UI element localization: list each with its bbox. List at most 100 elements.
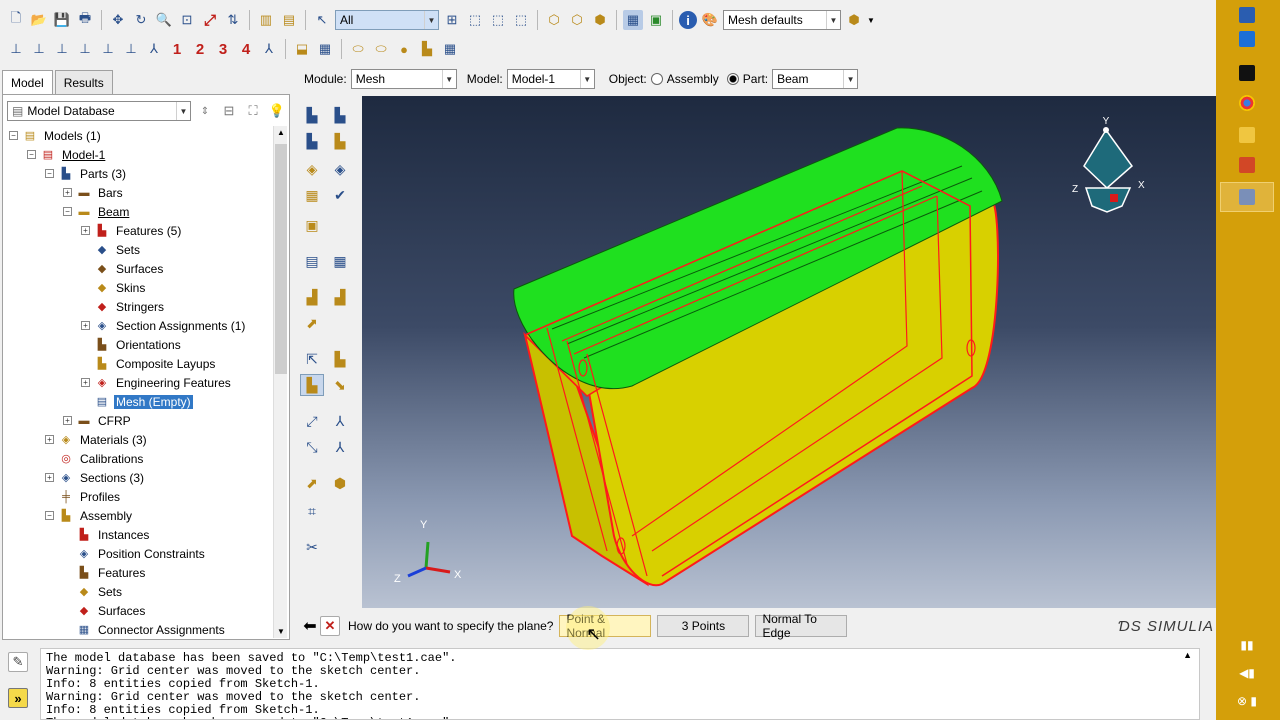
tree-node[interactable]: ▙ Features	[63, 563, 147, 582]
tree-node[interactable]: + ◈ Engineering Features	[81, 373, 233, 392]
tree-node[interactable]: ◈ Position Constraints	[63, 544, 207, 563]
tree-node[interactable]: ◆ Skins	[81, 278, 147, 297]
assembly-radio[interactable]	[650, 73, 663, 85]
save-icon[interactable]: 💾	[52, 10, 72, 30]
selection-filter-select[interactable]: All ▼	[335, 10, 439, 30]
view-axes-yz-icon[interactable]: ⊥	[52, 39, 72, 59]
tree-node[interactable]: − ▤ Model-1	[27, 145, 107, 164]
back-arrow-icon[interactable]: ⬅	[300, 616, 320, 636]
cycle-views-icon[interactable]: ⇅	[223, 10, 243, 30]
open-folder-icon[interactable]: 📂	[29, 10, 49, 30]
select-from-all-icon[interactable]: ⊞	[442, 10, 462, 30]
render-wireframe-icon[interactable]: ⬡	[544, 10, 564, 30]
render-hidden-icon[interactable]: ⬡	[567, 10, 587, 30]
tree-node[interactable]: − ▬ Beam	[63, 202, 131, 221]
expand-icon[interactable]: +	[81, 226, 90, 235]
delete-part-seeds-icon[interactable]: ▙	[300, 130, 324, 152]
auto-fit-icon[interactable]: ⤢	[200, 10, 220, 30]
tree-node[interactable]: ◆ Stringers	[81, 297, 166, 316]
view-2-button[interactable]: 2	[190, 39, 210, 59]
create-display-group-icon[interactable]: ⬭	[348, 39, 368, 59]
datum-icon[interactable]: ▥	[256, 10, 276, 30]
tray-icons-3[interactable]: ⊗ ▮	[1220, 686, 1274, 716]
view-axes-zx-icon[interactable]: ⊥	[121, 39, 141, 59]
tree-node[interactable]: + ▬ CFRP	[63, 411, 133, 430]
new-file-icon[interactable]: 🗋	[6, 10, 26, 30]
filter-tree-icon[interactable]: ⛶	[243, 101, 263, 121]
taskbar-abaqus[interactable]	[1220, 182, 1274, 212]
part-radio[interactable]	[726, 73, 739, 85]
tree-node[interactable]: − ▤ Models (1)	[9, 126, 103, 145]
tree-node[interactable]: + ▬ Bars	[63, 183, 125, 202]
mesh-shade-icon[interactable]: ▣	[646, 10, 666, 30]
display-options-icon[interactable]: ⬢	[844, 10, 864, 30]
part-model-graphic[interactable]: Y Z X Y X Z	[362, 96, 1216, 608]
tree-node[interactable]: ▙ Composite Layups	[81, 354, 217, 373]
table-icon[interactable]: ▦	[315, 39, 335, 59]
lightbulb-icon[interactable]: 💡	[267, 101, 287, 121]
tree-node[interactable]: ◆ Surfaces	[81, 259, 165, 278]
render-shaded-icon[interactable]: ⬢	[590, 10, 610, 30]
view-axes-yx-icon[interactable]: ⊥	[29, 39, 49, 59]
sort-arrows-icon[interactable]: ⇕	[195, 101, 215, 121]
taskbar-cmd[interactable]	[1220, 58, 1274, 88]
tree-node[interactable]: + ◈ Section Assignments (1)	[81, 316, 247, 335]
edit-mesh-icon[interactable]: ▙	[328, 348, 352, 370]
select-arrow-icon[interactable]: ↖	[312, 10, 332, 30]
user-view-icon[interactable]: ⅄	[259, 39, 279, 59]
view-1-button[interactable]: 1	[167, 39, 187, 59]
scroll-up-icon[interactable]: ▲	[1183, 650, 1192, 660]
tree-scroll-thumb[interactable]	[275, 144, 287, 374]
tray-icons-2[interactable]: ◀▮	[1220, 658, 1274, 688]
chevron-down-icon[interactable]: ▼	[867, 16, 875, 25]
expand-icon[interactable]: +	[45, 435, 54, 444]
assign-mesh-controls-icon[interactable]: ◈	[300, 158, 324, 180]
collapse-icon[interactable]: −	[27, 150, 36, 159]
display-group-replace-icon[interactable]: ●	[394, 39, 414, 59]
mesh-defaults-select[interactable]: Mesh defaults ▼	[723, 10, 841, 30]
expand-icon[interactable]: +	[81, 321, 90, 330]
info-icon[interactable]: i	[679, 11, 697, 29]
taskbar-dropbox[interactable]	[1220, 24, 1274, 54]
view-axes-xz-icon[interactable]: ⊥	[98, 39, 118, 59]
model-database-select[interactable]: ▤ Model Database ▼	[7, 101, 191, 121]
tree-node[interactable]: ▙ Instances	[63, 525, 151, 544]
partition-edge-icon[interactable]: ▟	[328, 286, 352, 308]
tab-results[interactable]: Results	[54, 70, 113, 94]
message-log-icon[interactable]: ✎	[8, 652, 28, 672]
tools-icon[interactable]: ✂	[300, 536, 324, 558]
iso-view-icon[interactable]: ⅄	[144, 39, 164, 59]
view-axes-zy-icon[interactable]: ⊥	[75, 39, 95, 59]
tree-node[interactable]: − ▙ Parts (3)	[45, 164, 128, 183]
tree-node[interactable]: ◆ Surfaces	[63, 601, 147, 620]
select-icon-a[interactable]: ⬚	[465, 10, 485, 30]
pan-icon[interactable]: ✥	[108, 10, 128, 30]
part-select[interactable]: Beam ▼	[772, 69, 859, 89]
datum-line-icon[interactable]: ⤡	[300, 436, 324, 458]
taskbar-powerpoint[interactable]	[1220, 150, 1274, 180]
create-datum-plane-icon[interactable]: ▙	[300, 374, 324, 396]
seed-part-icon[interactable]: ▙	[300, 104, 324, 126]
collapse-tree-icon[interactable]: ⊟	[219, 101, 239, 121]
three-points-button[interactable]: 3 Points	[657, 615, 750, 637]
expand-icon[interactable]: +	[45, 473, 54, 482]
tree-node[interactable]: + ▙ Features (5)	[81, 221, 183, 240]
tab-model[interactable]: Model	[2, 70, 53, 94]
view-4-button[interactable]: 4	[236, 39, 256, 59]
model-select[interactable]: Model-1 ▼	[506, 69, 595, 89]
verify-mesh-icon[interactable]: ✔	[328, 184, 352, 206]
virtual-topology-icon[interactable]: ⇱	[300, 348, 324, 370]
select-icon-c[interactable]: ⬚	[511, 10, 531, 30]
partition-icon[interactable]: ▤	[279, 10, 299, 30]
print-icon[interactable]: 🖶	[75, 10, 95, 30]
mesh-region-icon[interactable]: ▣	[300, 214, 324, 236]
kernel-command-icon[interactable]: »	[8, 688, 28, 708]
display-group-add-icon[interactable]: ▙	[417, 39, 437, 59]
expand-icon[interactable]: +	[63, 416, 72, 425]
assign-element-type-icon[interactable]: ◈	[328, 158, 352, 180]
viewport-link-icon[interactable]: ⬓	[292, 39, 312, 59]
select-icon-b[interactable]: ⬚	[488, 10, 508, 30]
view-3-button[interactable]: 3	[213, 39, 233, 59]
tree-node[interactable]: ◆ Sets	[81, 240, 142, 259]
palette-icon[interactable]: 🎨	[700, 10, 720, 30]
